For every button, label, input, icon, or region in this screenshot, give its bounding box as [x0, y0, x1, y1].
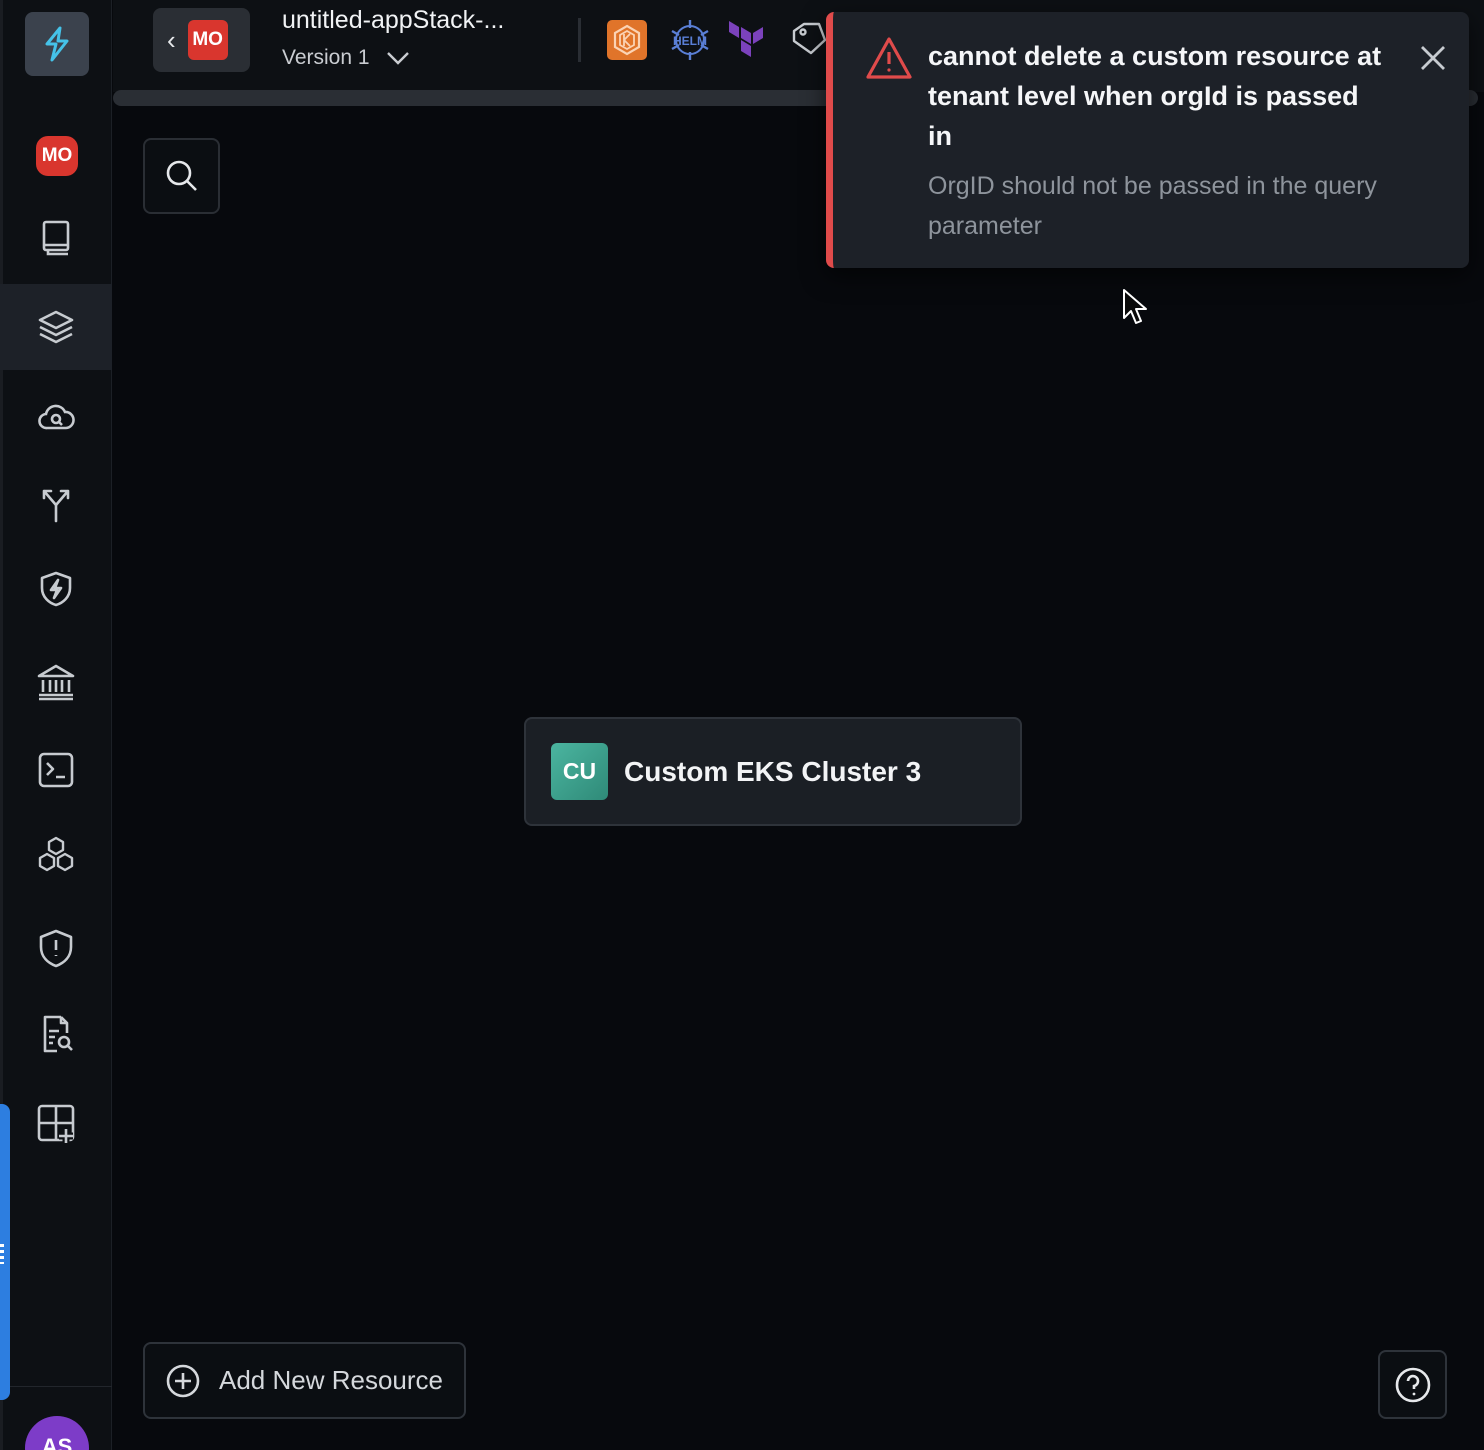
- sidebar-item-modules[interactable]: [0, 812, 112, 898]
- helm-icon: HELM: [671, 20, 709, 60]
- cubes-icon: [38, 836, 74, 872]
- page-title: untitled-appStack-...: [282, 6, 505, 34]
- kubernetes-icon: [607, 20, 647, 60]
- branch-icon: [42, 489, 70, 523]
- sidebar-item-add-widget[interactable]: [0, 1080, 112, 1166]
- helm-text: HELM: [673, 34, 707, 48]
- layers-icon: [38, 310, 74, 344]
- help-icon: [1395, 1367, 1430, 1402]
- app-logo-icon[interactable]: [25, 12, 89, 76]
- resource-node[interactable]: CU Custom EKS Cluster 3: [524, 717, 1022, 826]
- avatar[interactable]: AS: [25, 1416, 89, 1450]
- sidebar-item-policies[interactable]: [0, 905, 112, 991]
- terminal-icon: [38, 752, 74, 788]
- error-toast: cannot delete a custom resource at tenan…: [826, 12, 1469, 268]
- kubernetes-tool[interactable]: [605, 18, 649, 62]
- org-badge[interactable]: MO: [36, 136, 78, 176]
- add-resource-button[interactable]: Add New Resource: [143, 1342, 466, 1419]
- sidebar-item-stacks[interactable]: [0, 284, 112, 370]
- toast-message: OrgID should not be passed in the query …: [928, 172, 1377, 240]
- sidebar-item-audit[interactable]: [0, 991, 112, 1077]
- help-button[interactable]: [1378, 1350, 1447, 1419]
- search-icon: [166, 160, 197, 191]
- app-root: MO AS ‹ MO untitled-appStack-... Version…: [0, 0, 1484, 1450]
- toast-close-button[interactable]: [1415, 40, 1451, 76]
- version-select[interactable]: Version 1: [282, 46, 410, 70]
- sidebar-item-pipelines[interactable]: [0, 461, 112, 547]
- grid-plus-icon: [37, 1104, 75, 1143]
- cloud-search-icon: [38, 404, 75, 430]
- terraform-tool[interactable]: [725, 18, 769, 62]
- chevron-down-icon: [386, 52, 409, 65]
- tag-icon: [792, 22, 827, 55]
- helm-tool[interactable]: HELM: [668, 18, 712, 62]
- resource-name: Custom EKS Cluster 3: [624, 755, 922, 787]
- terraform-icon: [729, 21, 763, 57]
- drag-dots-icon: [0, 1244, 4, 1264]
- mouse-cursor-icon: [1123, 289, 1147, 324]
- close-icon: [1421, 46, 1445, 70]
- doc-search-icon: [43, 1015, 73, 1053]
- drawer-handle[interactable]: [0, 1104, 10, 1400]
- toast-title: cannot delete a custom resource at tenan…: [928, 41, 1382, 151]
- version-label: Version 1: [282, 46, 370, 69]
- plus-circle-icon: [166, 1364, 200, 1397]
- sidebar: MO AS: [0, 0, 112, 1450]
- add-resource-label: Add New Resource: [219, 1365, 443, 1395]
- shield-alert-icon: [39, 929, 73, 968]
- bank-icon: [37, 664, 75, 701]
- sidebar-item-security[interactable]: [0, 546, 112, 632]
- topbar-divider: [578, 18, 581, 62]
- sidebar-item-catalog[interactable]: [0, 195, 112, 281]
- sidebar-item-governance[interactable]: [0, 639, 112, 725]
- org-badge-small: MO: [187, 20, 228, 60]
- canvas-search-button[interactable]: [143, 138, 220, 214]
- sidebar-item-terminal[interactable]: [0, 727, 112, 813]
- chevron-left-icon: ‹: [167, 25, 176, 55]
- sidebar-divider: [0, 1386, 112, 1387]
- sidebar-item-cloud[interactable]: [0, 374, 112, 460]
- warning-icon: [866, 37, 912, 79]
- book-icon: [42, 220, 70, 256]
- resource-type-badge: CU: [551, 743, 608, 800]
- back-button[interactable]: ‹ MO: [153, 8, 250, 72]
- shield-bolt-icon: [40, 571, 72, 607]
